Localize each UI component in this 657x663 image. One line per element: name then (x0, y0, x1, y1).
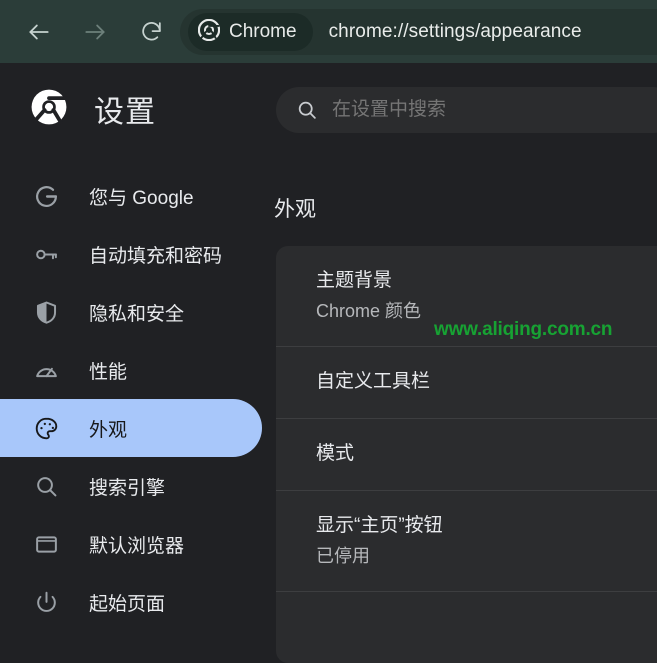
chrome-logo-icon (30, 88, 70, 131)
sidebar-item-label: 搜索引擎 (89, 477, 166, 499)
browser-toolbar: Chrome chrome://settings/appearance (0, 0, 657, 63)
back-button[interactable] (22, 15, 56, 49)
row-show-home-button[interactable]: 显示“主页”按钮 已停用 (276, 490, 657, 591)
sidebar-item-label: 性能 (89, 361, 128, 383)
sidebar-item-label: 默认浏览器 (89, 535, 185, 557)
row-title: 模式 (316, 443, 355, 464)
reload-icon (139, 19, 164, 44)
search-input[interactable] (332, 99, 632, 121)
sidebar-item-search-engine[interactable]: 搜索引擎 (0, 457, 262, 515)
row-mode[interactable]: 模式 (276, 418, 657, 490)
sidebar-item-autofill-passwords[interactable]: 自动填充和密码 (0, 225, 262, 283)
sidebar-item-privacy-security[interactable]: 隐私和安全 (0, 283, 262, 341)
search-icon (296, 99, 318, 121)
settings-search-box[interactable] (276, 87, 657, 133)
sidebar-item-you-and-google[interactable]: 您与 Google (0, 167, 262, 225)
reload-button[interactable] (134, 15, 168, 49)
page-title: 设置 (94, 96, 156, 129)
sidebar-menu: 您与 Google 自动填充和密码 隐私和安全 性能 外观 搜索引擎 默认浏览器… (0, 167, 262, 631)
search-icon (33, 473, 59, 499)
sidebar-item-label: 起始页面 (89, 593, 166, 615)
shield-icon (33, 299, 59, 325)
sidebar-item-label: 自动填充和密码 (89, 245, 223, 267)
browser-window-icon (33, 531, 59, 557)
forward-button[interactable] (78, 15, 112, 49)
address-bar[interactable]: Chrome chrome://settings/appearance (180, 9, 657, 55)
settings-header: 设置 (0, 63, 262, 155)
sidebar-item-label: 您与 Google (89, 187, 194, 209)
row-customize-toolbar[interactable]: 自定义工具栏 (276, 346, 657, 418)
key-icon (33, 241, 59, 267)
sidebar-item-appearance[interactable]: 外观 (0, 399, 262, 457)
sidebar-item-startup-page[interactable]: 起始页面 (0, 573, 262, 631)
address-bar-url: chrome://settings/appearance (328, 21, 582, 42)
arrow-left-icon (26, 19, 52, 45)
google-g-icon (33, 183, 59, 209)
row-partial-next[interactable] (276, 591, 657, 663)
row-title: 自定义工具栏 (316, 371, 431, 392)
power-icon (33, 589, 59, 615)
row-title: 显示“主页”按钮 (316, 515, 443, 536)
site-watermark: www.aliqing.com.cn (434, 319, 613, 340)
settings-sidebar: 设置 您与 Google 自动填充和密码 隐私和安全 性能 外观 搜索引擎 默认… (0, 63, 262, 616)
sidebar-item-default-browser[interactable]: 默认浏览器 (0, 515, 262, 573)
row-title: 主题背景 (316, 270, 393, 291)
speedometer-icon (33, 357, 59, 383)
sidebar-item-label: 外观 (89, 419, 128, 441)
appearance-settings-card: 主题背景 Chrome 颜色 自定义工具栏 模式 显示“主页”按钮 已停用 (276, 246, 657, 663)
arrow-right-icon (82, 19, 108, 45)
chrome-chip-label: Chrome (229, 21, 297, 42)
sidebar-item-performance[interactable]: 性能 (0, 341, 262, 399)
chrome-page-chip[interactable]: Chrome (188, 13, 313, 51)
palette-icon (33, 415, 59, 441)
chrome-logo-icon (197, 18, 221, 46)
sidebar-item-label: 隐私和安全 (89, 303, 185, 325)
row-subtitle: 已停用 (316, 546, 370, 566)
